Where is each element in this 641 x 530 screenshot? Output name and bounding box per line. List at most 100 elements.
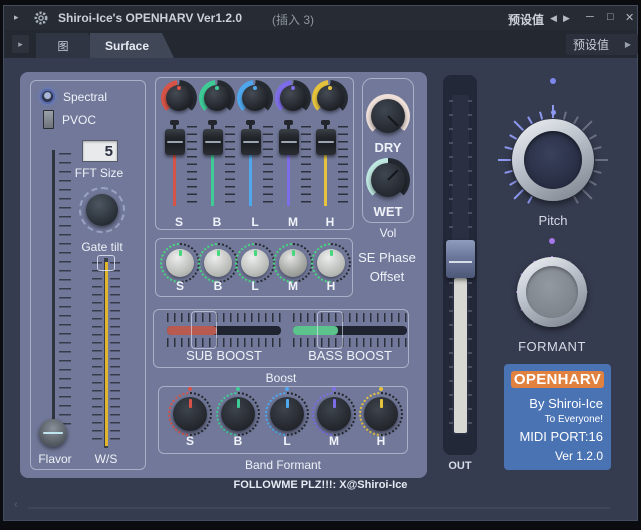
flavor-slider-ticks	[59, 153, 71, 430]
gear-icon[interactable]	[33, 10, 49, 31]
fader-ticks	[338, 126, 348, 206]
vol-group-label: Vol	[362, 226, 414, 240]
formant-band-label: M	[324, 434, 344, 448]
titlebar: ▸ Shiroi-Ice's OPENHARV Ver1.2.0 (插入 3) …	[4, 6, 637, 30]
band-label: H	[320, 215, 340, 229]
fader-ticks	[225, 126, 235, 206]
formant-knob-b[interactable]	[215, 391, 261, 437]
slider-handle[interactable]	[191, 311, 217, 349]
maximize-icon[interactable]: □	[607, 11, 614, 23]
spectral-radio[interactable]	[40, 89, 55, 104]
spectral-label: Spectral	[63, 90, 107, 104]
band-formant-group-label: Band Formant	[158, 458, 408, 472]
window-menu-arrow-icon[interactable]: ▸	[14, 12, 19, 23]
ws-slider-handle[interactable]	[97, 255, 115, 271]
fader-cap[interactable]	[241, 129, 261, 155]
harmonic-knob-h[interactable]	[312, 80, 348, 116]
plugin-tab-icon: 图	[58, 38, 69, 54]
preset-selector-label: 预设值	[573, 36, 609, 53]
info-by: By Shiroi-Ice	[529, 396, 603, 411]
band-label: S	[169, 215, 189, 229]
band-fader-b[interactable]	[203, 124, 237, 208]
info-box: OPENHARV By Shiroi-Ice To Everyone! MIDI…	[504, 364, 611, 470]
band-label: M	[283, 215, 303, 229]
se-phase-label-line2: Offset	[348, 269, 426, 284]
pvoc-button[interactable]	[43, 110, 54, 129]
slider-ticks	[167, 338, 281, 347]
fader-cap[interactable]	[279, 129, 299, 155]
phase-knob-b[interactable]	[198, 243, 238, 283]
fader-cap[interactable]	[316, 129, 336, 155]
scroll-left-icon[interactable]: ‹	[14, 499, 18, 511]
harmonic-knob-m[interactable]	[275, 80, 311, 116]
formant-label: FORMANT	[507, 339, 597, 354]
bass-boost-slider[interactable]	[293, 311, 407, 349]
flavor-handle-line	[43, 432, 63, 434]
pitch-knob-face	[524, 131, 582, 189]
dry-label: DRY	[362, 140, 414, 155]
harmonic-knob-b[interactable]	[199, 80, 235, 116]
fft-size-label: FFT Size	[69, 166, 129, 180]
horizontal-scrollbar[interactable]	[28, 507, 610, 509]
se-phase-label-line1: SE Phase	[348, 250, 426, 265]
flavor-slider-track[interactable]	[52, 150, 55, 433]
phase-band-label: S	[170, 279, 190, 293]
formant-knob-s[interactable]	[167, 391, 213, 437]
harmonic-knob-s[interactable]	[161, 80, 197, 116]
out-label: OUT	[443, 460, 477, 472]
phase-knob-l[interactable]	[235, 243, 275, 283]
band-fader-h[interactable]	[316, 124, 350, 208]
info-midi-port: MIDI PORT:16	[519, 429, 603, 444]
slider-ticks	[293, 313, 407, 322]
spectral-panel	[30, 80, 146, 470]
formant-band-label: B	[228, 434, 248, 448]
ws-slider-fill	[105, 262, 108, 446]
phase-knob-m[interactable]	[273, 243, 313, 283]
preset-next-icon[interactable]: ▶	[563, 13, 570, 24]
formant-band-label: S	[180, 434, 200, 448]
preset-selector[interactable]: 预设值 ▶	[566, 34, 638, 55]
band-label: B	[207, 215, 227, 229]
tab-scroll-arrow-icon[interactable]: ▸	[12, 35, 29, 53]
band-fader-m[interactable]	[279, 124, 313, 208]
formant-knob-l[interactable]	[264, 391, 310, 437]
preset-menu-arrow-icon: ▶	[625, 40, 631, 49]
plugin-window: ▸ Shiroi-Ice's OPENHARV Ver1.2.0 (插入 3) …	[0, 0, 641, 530]
wet-knob[interactable]	[366, 158, 410, 202]
phase-knob-s[interactable]	[160, 243, 200, 283]
preset-prev-icon[interactable]: ◀	[550, 13, 557, 24]
band-fader-l[interactable]	[241, 124, 275, 208]
ws-slider-ticks-left	[92, 262, 102, 442]
formant-knob-face	[526, 266, 578, 318]
out-fader-handle[interactable]	[446, 240, 475, 278]
band-label: L	[245, 215, 265, 229]
tab-surface[interactable]: Surface	[90, 33, 174, 58]
flavor-slider-handle[interactable]	[39, 419, 67, 447]
dry-knob[interactable]	[366, 94, 410, 138]
ws-slider-ticks-right	[110, 262, 120, 442]
info-version: Ver 1.2.0	[555, 449, 603, 463]
band-fader-s[interactable]	[165, 124, 199, 208]
formant-knob-h[interactable]	[358, 391, 404, 437]
harmonic-knob-l[interactable]	[237, 80, 273, 116]
tab-surface-label: Surface	[105, 39, 149, 53]
phase-band-label: L	[245, 279, 265, 293]
fader-cap[interactable]	[203, 129, 223, 155]
slider-handle[interactable]	[317, 311, 343, 349]
gate-tilt-knob[interactable]	[79, 187, 125, 233]
window-title: Shiroi-Ice's OPENHARV Ver1.2.0	[58, 11, 242, 25]
fader-ticks	[187, 126, 197, 206]
slider-ticks	[167, 313, 281, 322]
fft-size-display[interactable]: 5	[82, 140, 118, 162]
formant-knob-m[interactable]	[311, 391, 357, 437]
gate-tilt-knob-face	[86, 194, 118, 226]
fader-cap[interactable]	[165, 129, 185, 155]
sub-boost-slider[interactable]	[167, 311, 281, 349]
pvoc-label: PVOC	[62, 113, 96, 127]
formant-top-dot	[549, 238, 555, 244]
close-icon[interactable]: ✕	[625, 11, 634, 24]
gate-tilt-label: Gate tilt	[72, 240, 132, 254]
minimize-icon[interactable]: ─	[586, 11, 594, 23]
phase-knob-h[interactable]	[311, 243, 351, 283]
ws-label: W/S	[78, 452, 134, 466]
